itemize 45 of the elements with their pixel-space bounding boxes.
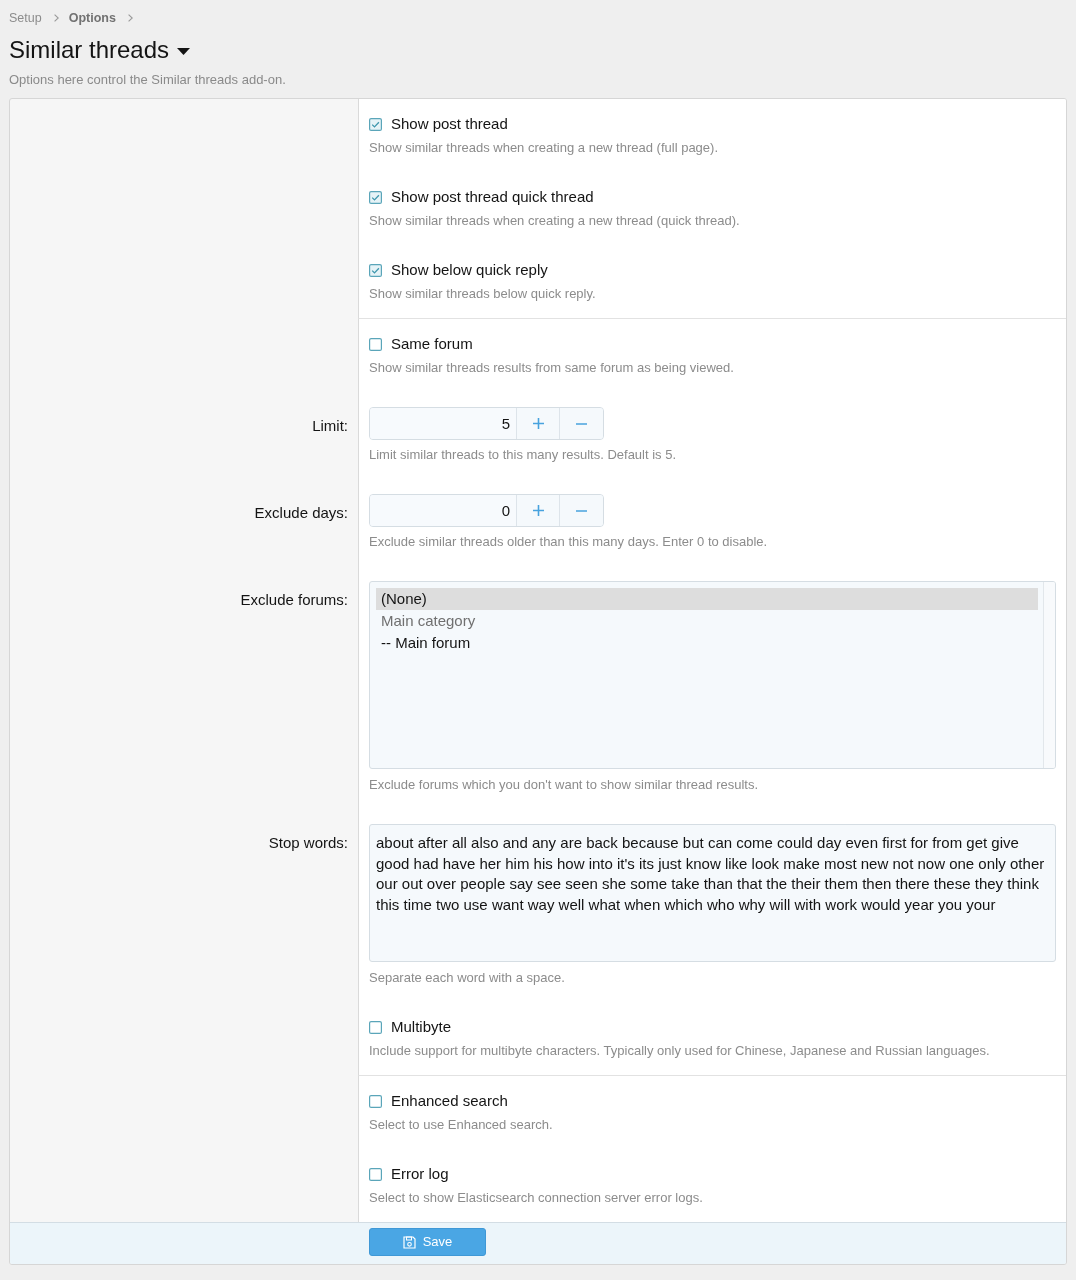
hint-text: Exclude forums which you don't want to show similar thread results. xyxy=(369,776,760,794)
chevron-right-icon xyxy=(127,14,133,22)
field-label: Exclude forums: xyxy=(240,590,348,610)
hint-text: Show similar threads results from same forum as being viewed. xyxy=(369,359,735,377)
hint-text: Select to use Enhanced search. xyxy=(369,1116,554,1134)
checkbox[interactable] xyxy=(369,1167,382,1181)
checkbox-label[interactable]: Show below quick reply xyxy=(391,260,548,280)
caret-down-icon[interactable] xyxy=(177,47,191,55)
plus-icon xyxy=(532,418,544,429)
hint-text: Show similar threads below quick reply. xyxy=(369,285,597,303)
checkbox[interactable] xyxy=(369,337,382,351)
page-title: Similar threads xyxy=(9,35,170,65)
save-icon xyxy=(402,1235,416,1249)
checkbox-label[interactable]: Same forum xyxy=(391,334,473,354)
checkbox-label[interactable]: Multibyte xyxy=(391,1017,452,1037)
checkbox-label[interactable]: Show post thread xyxy=(391,114,508,134)
hint-text: Limit similar threads to this many results. Default is 5. xyxy=(369,446,678,464)
checkbox-label[interactable]: Show post thread quick thread xyxy=(391,187,594,207)
list-option: Main category xyxy=(376,610,1038,632)
checkbox-label[interactable]: Error log xyxy=(391,1164,449,1184)
list-option[interactable]: -- Main forum xyxy=(376,632,1038,654)
stop-words-field[interactable]: about after all also and any are back because but can come could day even first for from get give good had have her him his how into it's its just know like look make most new not now one only other our out over people say see seen she some take than that the their them then there these they think this time two use want way well what when which who why will with work would year you your xyxy=(369,824,1056,962)
checkbox[interactable] xyxy=(369,1020,382,1034)
checkbox[interactable] xyxy=(369,117,382,131)
checkbox-label[interactable]: Enhanced search xyxy=(391,1091,508,1111)
minus-icon xyxy=(576,422,587,425)
breadcrumb-link[interactable]: Options xyxy=(68,10,116,26)
field-label: Stop words: xyxy=(268,833,348,853)
hint-text: Show similar threads when creating a new thread (full page). xyxy=(369,139,719,157)
hint-text: Exclude similar threads older than this many days. Enter 0 to disable. xyxy=(369,533,769,551)
hint-text: Include support for multibyte characters. Typically only used for Chinese, Japanese and Russian languages. xyxy=(369,1042,991,1060)
field-label: Exclude days: xyxy=(254,503,348,523)
checkbox[interactable] xyxy=(369,263,382,277)
field-label: Limit: xyxy=(312,416,348,436)
checkbox[interactable] xyxy=(369,190,382,204)
chevron-right-icon xyxy=(53,14,59,22)
page-description: Options here control the Similar threads add-on. xyxy=(9,72,287,88)
scrollbar-track[interactable] xyxy=(1043,582,1055,768)
list-option[interactable]: (None) xyxy=(376,588,1038,610)
minus-icon xyxy=(576,509,587,512)
hint-text: Select to show Elasticsearch connection server error logs. xyxy=(369,1189,704,1207)
plus-icon xyxy=(532,505,544,516)
checkbox[interactable] xyxy=(369,1094,382,1108)
hint-text: Separate each word with a space. xyxy=(369,969,566,987)
hint-text: Show similar threads when creating a new thread (quick thread). xyxy=(369,212,741,230)
